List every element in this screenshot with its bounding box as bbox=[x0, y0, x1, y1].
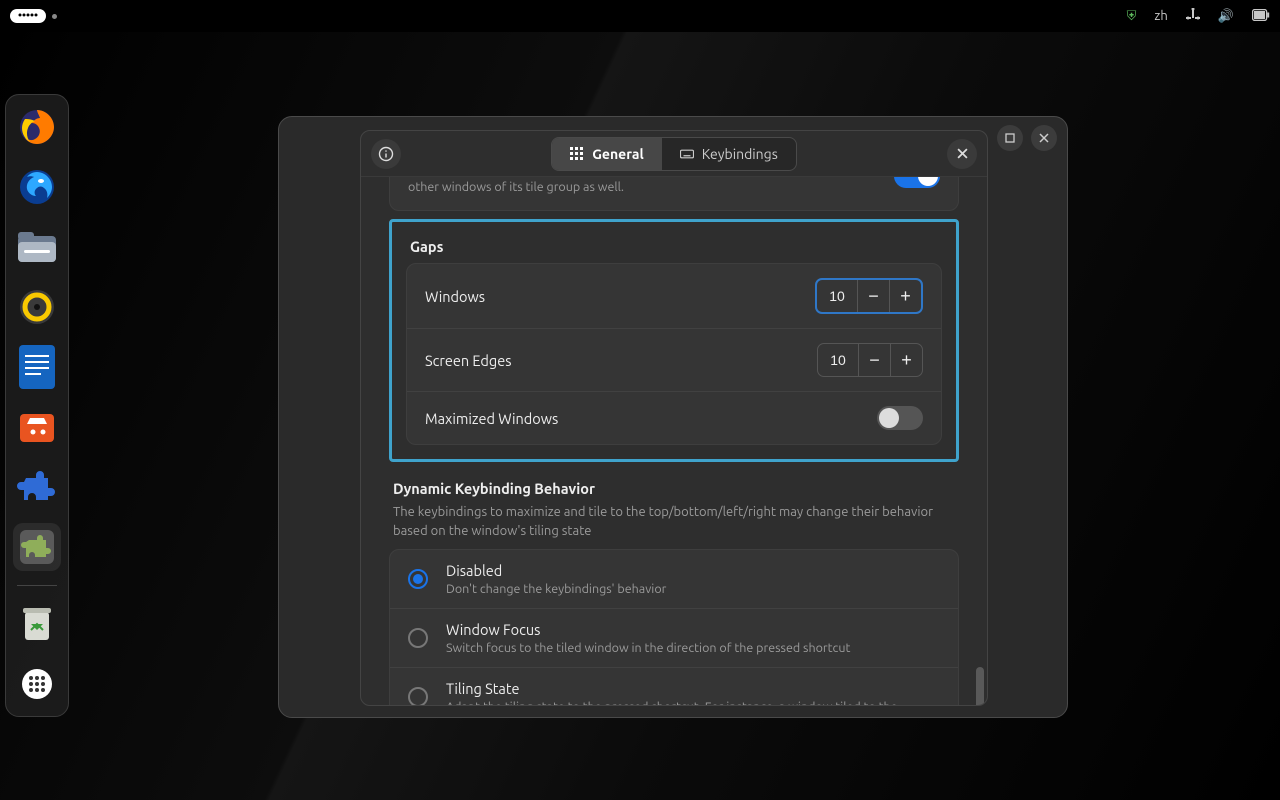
gaps-edges-inc[interactable]: + bbox=[890, 344, 922, 376]
tile-group-switch[interactable] bbox=[894, 177, 940, 188]
radio-icon bbox=[408, 687, 428, 705]
show-apps-icon[interactable] bbox=[13, 660, 61, 708]
battery-icon[interactable] bbox=[1252, 9, 1270, 24]
dyn-card: Disabled Don't change the keybindings' b… bbox=[389, 549, 959, 705]
dyn-opt-disabled-title: Disabled bbox=[446, 562, 666, 579]
tab-general[interactable]: General bbox=[552, 138, 662, 170]
gaps-edges-row: Screen Edges − + bbox=[407, 328, 941, 391]
gaps-section-highlight: Gaps Windows − + Screen Edges − + bbox=[389, 219, 959, 462]
workspace-dot bbox=[52, 14, 57, 19]
dialog-header: General Keybindings bbox=[361, 131, 987, 177]
dyn-desc: The keybindings to maximize and tile to … bbox=[393, 503, 955, 541]
gaps-edges-spin: − + bbox=[817, 343, 923, 377]
gaps-windows-dec[interactable]: − bbox=[857, 280, 889, 312]
gaps-edges-input[interactable] bbox=[818, 344, 858, 376]
dialog-close-button[interactable] bbox=[947, 139, 977, 169]
gaps-max-label: Maximized Windows bbox=[425, 410, 558, 427]
radio-icon bbox=[408, 628, 428, 648]
software-icon[interactable] bbox=[13, 403, 61, 451]
close-button[interactable] bbox=[1031, 125, 1057, 151]
dyn-opt-tiling-sub: Adapt the tiling state to the pressed sh… bbox=[446, 700, 898, 705]
firefox-icon[interactable] bbox=[13, 103, 61, 151]
top-bar: ••••• ⛨ zh 🔊 bbox=[0, 0, 1280, 32]
scrollbar-thumb[interactable] bbox=[976, 667, 984, 705]
volume-icon[interactable]: 🔊 bbox=[1218, 9, 1234, 24]
tab-general-label: General bbox=[592, 146, 644, 162]
dyn-opt-focus-sub: Switch focus to the tiled window in the … bbox=[446, 641, 850, 655]
tile-group-card: A tile group is created when a window ge… bbox=[389, 177, 959, 211]
dyn-title: Dynamic Keybinding Behavior bbox=[393, 480, 955, 497]
files-icon[interactable] bbox=[13, 223, 61, 271]
tile-group-desc: A tile group is created when a window ge… bbox=[408, 177, 878, 196]
gaps-windows-input[interactable] bbox=[817, 280, 857, 312]
gaps-title: Gaps bbox=[406, 230, 942, 263]
maximize-button[interactable] bbox=[997, 125, 1023, 151]
input-lang[interactable]: zh bbox=[1154, 9, 1167, 23]
tab-keybindings[interactable]: Keybindings bbox=[662, 138, 796, 170]
view-switcher: General Keybindings bbox=[551, 137, 797, 171]
gaps-max-switch[interactable] bbox=[877, 406, 923, 430]
gaps-windows-spin: − + bbox=[815, 278, 923, 314]
dyn-opt-disabled-sub: Don't change the keybindings' behavior bbox=[446, 582, 666, 596]
dialog-body: A tile group is created when a window ge… bbox=[361, 177, 987, 705]
rhythmbox-icon[interactable] bbox=[13, 283, 61, 331]
network-icon[interactable] bbox=[1186, 8, 1200, 25]
trash-icon[interactable] bbox=[13, 600, 61, 648]
gaps-edges-dec[interactable]: − bbox=[858, 344, 890, 376]
extensions-app-icon[interactable] bbox=[13, 523, 61, 571]
extension-icon[interactable] bbox=[13, 463, 61, 511]
dyn-opt-focus[interactable]: Window Focus Switch focus to the tiled w… bbox=[390, 608, 958, 667]
dock bbox=[5, 94, 69, 717]
gaps-windows-inc[interactable]: + bbox=[889, 280, 921, 312]
gaps-edges-label: Screen Edges bbox=[425, 352, 512, 369]
radio-icon bbox=[408, 569, 428, 589]
settings-dialog: General Keybindings A tile group is crea… bbox=[360, 130, 988, 706]
dyn-opt-tiling-title: Tiling State bbox=[446, 680, 898, 697]
gaps-windows-row: Windows − + bbox=[407, 264, 941, 328]
dyn-opt-disabled[interactable]: Disabled Don't change the keybindings' b… bbox=[390, 550, 958, 608]
writer-icon[interactable] bbox=[13, 343, 61, 391]
activities-pill[interactable]: ••••• bbox=[10, 9, 46, 23]
thunderbird-icon[interactable] bbox=[13, 163, 61, 211]
info-button[interactable] bbox=[371, 139, 401, 169]
gaps-max-row: Maximized Windows bbox=[407, 391, 941, 444]
dyn-opt-focus-title: Window Focus bbox=[446, 621, 850, 638]
gaps-card: Windows − + Screen Edges − + bbox=[406, 263, 942, 445]
shield-icon[interactable]: ⛨ bbox=[1127, 9, 1137, 24]
dyn-opt-tiling[interactable]: Tiling State Adapt the tiling state to t… bbox=[390, 667, 958, 705]
gaps-windows-label: Windows bbox=[425, 288, 485, 305]
tab-keybindings-label: Keybindings bbox=[702, 146, 778, 162]
